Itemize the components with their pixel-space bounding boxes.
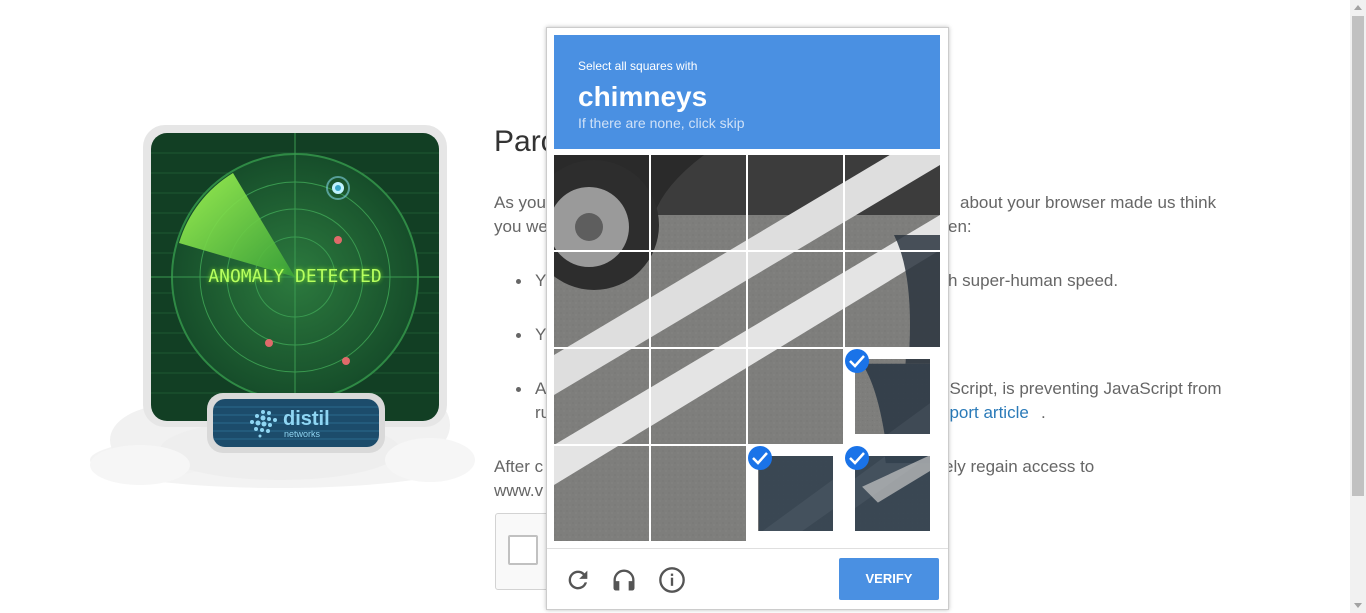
scrollbar-thumb[interactable]	[1352, 16, 1364, 496]
image-tile[interactable]	[554, 349, 649, 444]
image-tile[interactable]	[748, 252, 843, 347]
support-article-link[interactable]: pport article	[940, 401, 1029, 425]
tile-image	[651, 252, 746, 347]
bullet-dot	[516, 387, 521, 392]
recaptcha-checkbox[interactable]	[508, 535, 538, 565]
image-tile[interactable]	[651, 252, 746, 347]
image-tile[interactable]	[651, 349, 746, 444]
prompt-object: chimneys	[578, 81, 708, 112]
paragraph-right-line2: en:	[948, 217, 972, 236]
image-tile[interactable]	[748, 155, 843, 250]
image-tile[interactable]	[554, 446, 649, 541]
info-icon[interactable]	[658, 566, 686, 594]
tile-image	[845, 349, 930, 444]
tile-image	[651, 446, 746, 541]
after-right: ely regain access to	[944, 457, 1095, 476]
tile-image	[554, 446, 649, 541]
challenge-header: Select all squares with chimneys If ther…	[554, 35, 940, 149]
tile-image	[845, 446, 930, 531]
after-left-line2: www.v	[494, 481, 544, 500]
selected-check-icon	[845, 446, 869, 470]
challenge-footer: VERIFY	[547, 548, 948, 610]
bullet-3-left: A	[535, 379, 547, 398]
prompt-instructions: Select all squares with	[578, 59, 698, 73]
recaptcha-challenge: Select all squares with chimneys If ther…	[546, 27, 949, 610]
tile-image	[651, 349, 746, 444]
tile-image	[651, 155, 746, 250]
image-tile[interactable]	[651, 446, 746, 541]
paragraph-left: As you	[494, 193, 546, 212]
scroll-up-arrow-icon[interactable]	[1354, 5, 1362, 10]
selected-check-icon	[845, 349, 869, 373]
distil-logo-icon	[250, 410, 277, 438]
image-tile[interactable]	[845, 155, 940, 250]
anomaly-detected-label: ANOMALY DETECTED	[208, 266, 382, 287]
selected-check-icon	[748, 446, 772, 470]
paragraph-left-line2: you we	[494, 217, 548, 236]
image-tile[interactable]	[651, 155, 746, 250]
reload-icon[interactable]	[564, 566, 592, 594]
prompt-hint: If there are none, click skip	[578, 115, 745, 131]
tile-image	[845, 155, 940, 250]
paragraph-right: about your browser made us think	[960, 193, 1217, 212]
tile-image	[845, 252, 940, 347]
image-tile[interactable]	[748, 349, 843, 444]
bullet-1-right: h super-human speed.	[948, 271, 1119, 290]
image-tile[interactable]	[845, 349, 940, 444]
after-left: After c	[494, 457, 544, 476]
image-tile[interactable]	[554, 252, 649, 347]
bullet-2-left: Y	[535, 325, 547, 344]
tile-image	[554, 349, 649, 444]
tile-image	[748, 252, 843, 347]
bullet-3-right: pScript, is preventing JavaScript from	[940, 379, 1222, 398]
tile-image	[748, 155, 843, 250]
page: ANOMALY DETECTED distil networks Parc As…	[0, 0, 1350, 613]
bullet-dot	[516, 333, 521, 338]
bullet-dot	[516, 279, 521, 284]
image-grid	[554, 155, 940, 541]
page-scrollbar[interactable]	[1350, 0, 1366, 613]
brand-name: distil	[283, 408, 330, 430]
verify-button[interactable]: VERIFY	[839, 558, 939, 600]
tile-image	[748, 446, 843, 531]
image-tile[interactable]	[554, 155, 649, 250]
tile-image	[554, 252, 649, 347]
image-tile[interactable]	[748, 446, 843, 541]
bullet-1-left: Y	[535, 271, 547, 290]
image-tile[interactable]	[845, 252, 940, 347]
tile-image	[554, 155, 649, 250]
brand-sub: networks	[284, 429, 321, 439]
image-tile[interactable]	[845, 446, 940, 541]
tile-image	[748, 349, 843, 444]
scroll-down-arrow-icon[interactable]	[1354, 603, 1362, 608]
headphones-icon[interactable]	[610, 566, 638, 594]
bullet-3-period: .	[1041, 403, 1046, 422]
